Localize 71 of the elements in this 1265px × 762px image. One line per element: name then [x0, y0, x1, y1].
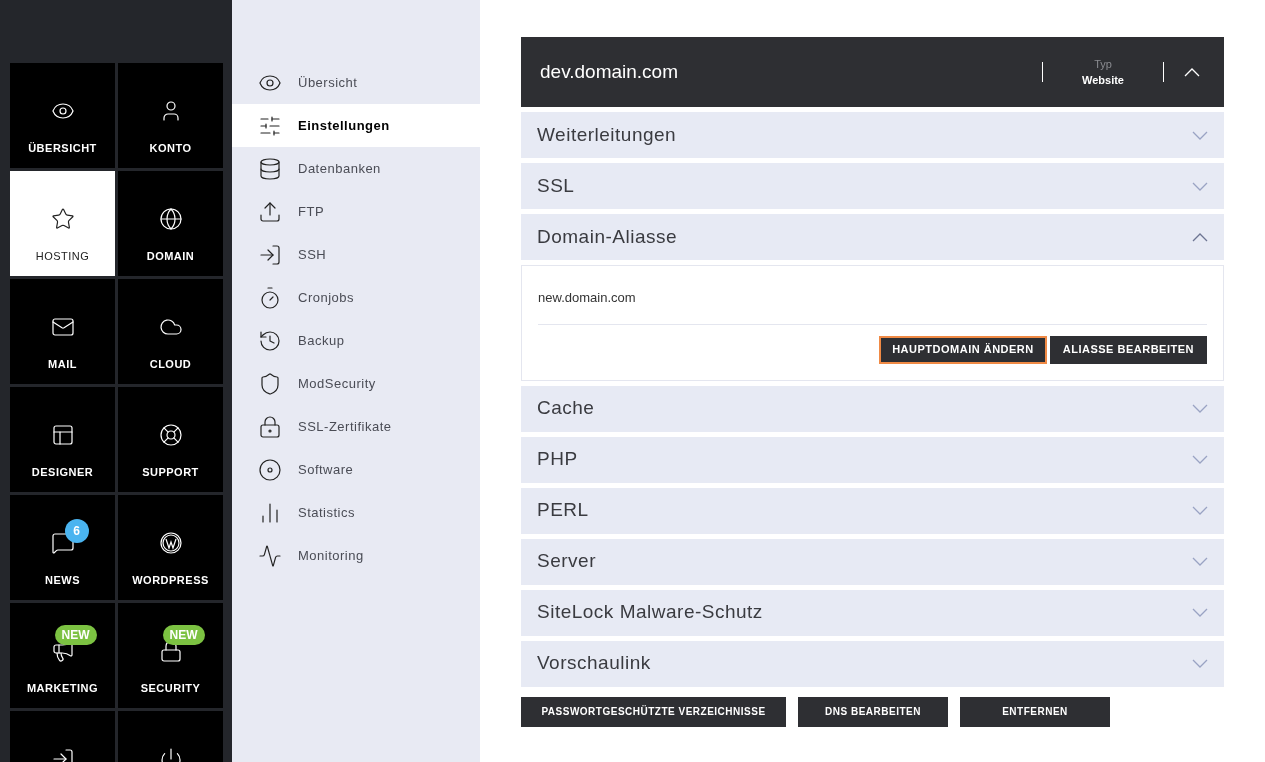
- lifebuoy-icon: [158, 423, 183, 447]
- layout-icon: [50, 423, 75, 447]
- chevron-down-icon: [1192, 608, 1208, 617]
- sub-nav-item[interactable]: Software: [232, 448, 480, 491]
- star-icon: [50, 207, 75, 231]
- collapse-button[interactable]: [1184, 67, 1200, 77]
- sub-nav-item[interactable]: FTP: [232, 190, 480, 233]
- accordion-header[interactable]: Weiterleitungen: [521, 112, 1224, 158]
- action-button[interactable]: ALIASSE BEARBEITEN: [1049, 335, 1207, 364]
- chevron-down-icon: [1192, 130, 1208, 140]
- nav-tile[interactable]: NEW MARKETING: [10, 603, 115, 708]
- sub-nav-item[interactable]: Backup: [232, 319, 480, 362]
- sub-nav-item[interactable]: Cronjobs: [232, 276, 480, 319]
- accordion-header[interactable]: PHP: [521, 436, 1224, 483]
- action-button[interactable]: HAUPTDOMAIN ÄNDERN: [879, 335, 1047, 364]
- action-button[interactable]: PASSWORTGESCHÜTZTE VERZEICHNISSE: [521, 696, 786, 727]
- nav-tile[interactable]: NEW SECURITY: [118, 603, 223, 708]
- new-badge: NEW: [162, 625, 205, 645]
- database-icon: [258, 156, 282, 181]
- accordion-header[interactable]: Cache: [521, 385, 1224, 432]
- accordion-header[interactable]: SiteLock Malware-Schutz: [521, 589, 1224, 636]
- accordion-header[interactable]: PERL: [521, 487, 1224, 534]
- nav-tile[interactable]: ÜBERSICHT: [10, 63, 115, 168]
- action-button[interactable]: DNS BEARBEITEN: [798, 696, 948, 727]
- action-button[interactable]: ENTFERNEN: [960, 696, 1110, 727]
- envelope-icon: [50, 315, 75, 339]
- nav-tile[interactable]: SUPPORT: [118, 387, 223, 492]
- sub-nav-item[interactable]: ModSecurity: [232, 362, 480, 405]
- count-badge: 6: [64, 519, 89, 543]
- clock-arrow-icon: [258, 328, 282, 353]
- nav-tile[interactable]: WORDPRESS: [118, 495, 223, 600]
- chevron-down-icon: [1192, 659, 1208, 668]
- globe-icon: [158, 207, 183, 231]
- nav-tile[interactable]: CLOUD: [118, 279, 223, 384]
- sub-nav-item[interactable]: Statistics: [232, 491, 480, 534]
- sub-nav-item[interactable]: SSL-Zertifikate: [232, 405, 480, 448]
- nav-tile[interactable]: MAIL: [10, 279, 115, 384]
- sub-nav-item[interactable]: SSH: [232, 233, 480, 276]
- disc-icon: [258, 457, 282, 482]
- chevron-down-icon: [1192, 557, 1208, 566]
- pulse-icon: [258, 543, 282, 568]
- nav-tile[interactable]: DOMAIN: [118, 171, 223, 276]
- chevron-up-icon: [1184, 67, 1200, 77]
- padlock-icon: [258, 414, 282, 439]
- new-badge: NEW: [54, 625, 97, 645]
- domain-title: dev.domain.com: [540, 59, 679, 84]
- accordion-header[interactable]: Vorschaulink: [521, 640, 1224, 687]
- chevron-down-icon: [1192, 181, 1208, 191]
- chevron-down-icon: [1192, 404, 1208, 413]
- chevron-down-icon: [1192, 506, 1208, 515]
- nav-tile[interactable]: 6 NEWS: [10, 495, 115, 600]
- accordion-header[interactable]: SSL: [521, 163, 1224, 209]
- nav-tile[interactable]: KONTO: [118, 63, 223, 168]
- shield-icon: [258, 371, 282, 396]
- sub-nav-item[interactable]: Einstellungen: [232, 104, 480, 147]
- sub-nav-item[interactable]: Datenbanken: [232, 147, 480, 190]
- speech-bubble-icon: [50, 531, 75, 555]
- sub-nav-item[interactable]: Übersicht: [232, 61, 480, 104]
- enter-arrow-icon: [258, 242, 282, 267]
- accordion-header[interactable]: Server: [521, 538, 1224, 585]
- chevron-down-icon: [1192, 455, 1208, 464]
- type-label: Typ: [1094, 56, 1112, 72]
- sub-nav-item[interactable]: Monitoring: [232, 534, 480, 577]
- nav-tile[interactable]: HOSTING: [10, 171, 115, 276]
- type-value: Website: [1082, 73, 1124, 88]
- nav-tile[interactable]: DESIGNER: [10, 387, 115, 492]
- accordion-header[interactable]: Domain-Aliasse: [521, 214, 1224, 260]
- w-circle-icon: [158, 531, 183, 555]
- alias-text: new.domain.com: [538, 288, 1207, 325]
- stopwatch-icon: [258, 285, 282, 310]
- chevron-up-icon: [1192, 232, 1208, 242]
